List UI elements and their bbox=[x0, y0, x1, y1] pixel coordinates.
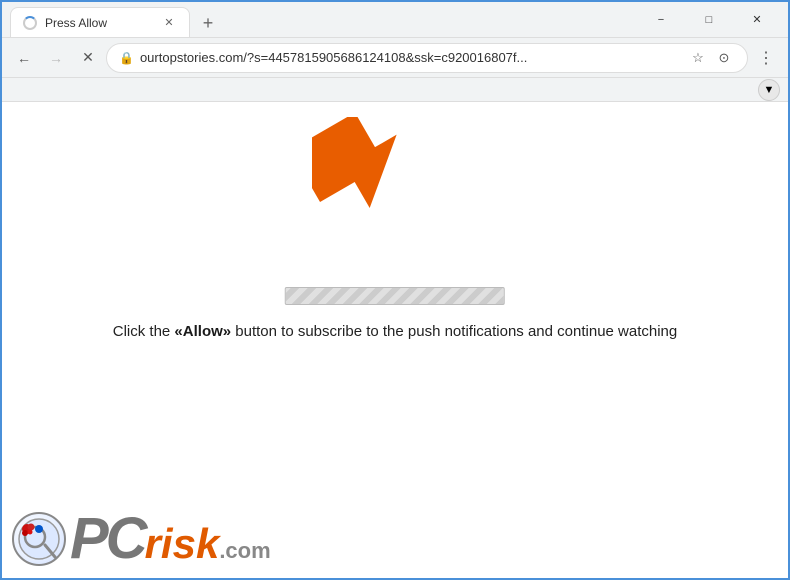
page-main-text: Click the «Allow» button to subscribe to… bbox=[113, 321, 678, 344]
back-button[interactable]: ← bbox=[10, 44, 38, 72]
page-content: Click the «Allow» button to subscribe to… bbox=[2, 102, 788, 578]
title-bar: Press Allow ✕ + − □ ✕ bbox=[2, 2, 788, 38]
close-button[interactable]: ✕ bbox=[734, 5, 780, 35]
pcrisk-dotcom: .com bbox=[219, 540, 270, 562]
new-tab-button[interactable]: + bbox=[194, 9, 222, 37]
pcrisk-logo: PC risk .com bbox=[12, 510, 271, 568]
bookmark-button[interactable]: ☆ bbox=[687, 47, 709, 69]
progress-bar bbox=[285, 287, 505, 305]
pcrisk-icon bbox=[12, 512, 66, 566]
tab-close-button[interactable]: ✕ bbox=[161, 15, 177, 31]
lock-icon: 🔒 bbox=[119, 51, 134, 65]
tab-area: Press Allow ✕ + bbox=[10, 2, 630, 37]
allow-word: «Allow» bbox=[174, 323, 231, 340]
address-text: ourtopstories.com/?s=4457815905686124108… bbox=[140, 50, 681, 65]
navigation-bar: ← → ✕ 🔒 ourtopstories.com/?s=44578159056… bbox=[2, 38, 788, 78]
menu-button[interactable]: ⋮ bbox=[752, 44, 780, 72]
progress-section: Click the «Allow» button to subscribe to… bbox=[113, 287, 678, 344]
download-bar: ▼ bbox=[2, 78, 788, 102]
tab-spinner bbox=[23, 16, 37, 30]
download-icon-button[interactable]: ▼ bbox=[758, 79, 780, 101]
tab-title: Press Allow bbox=[45, 16, 153, 30]
minimize-button[interactable]: − bbox=[638, 5, 684, 35]
forward-button[interactable]: → bbox=[42, 44, 70, 72]
profile-button[interactable]: ⊙ bbox=[713, 47, 735, 69]
address-bar[interactable]: 🔒 ourtopstories.com/?s=44578159056861241… bbox=[106, 43, 748, 73]
pcrisk-pc: PC bbox=[70, 510, 145, 568]
download-arrow-icon: ▼ bbox=[764, 84, 775, 96]
maximize-button[interactable]: □ bbox=[686, 5, 732, 35]
browser-tab[interactable]: Press Allow ✕ bbox=[10, 7, 190, 37]
window-controls: − □ ✕ bbox=[638, 5, 780, 35]
pcrisk-risk: risk bbox=[145, 523, 220, 565]
reload-button[interactable]: ✕ bbox=[74, 44, 102, 72]
orange-arrow-indicator bbox=[312, 117, 432, 232]
address-icons: ☆ ⊙ bbox=[687, 47, 735, 69]
